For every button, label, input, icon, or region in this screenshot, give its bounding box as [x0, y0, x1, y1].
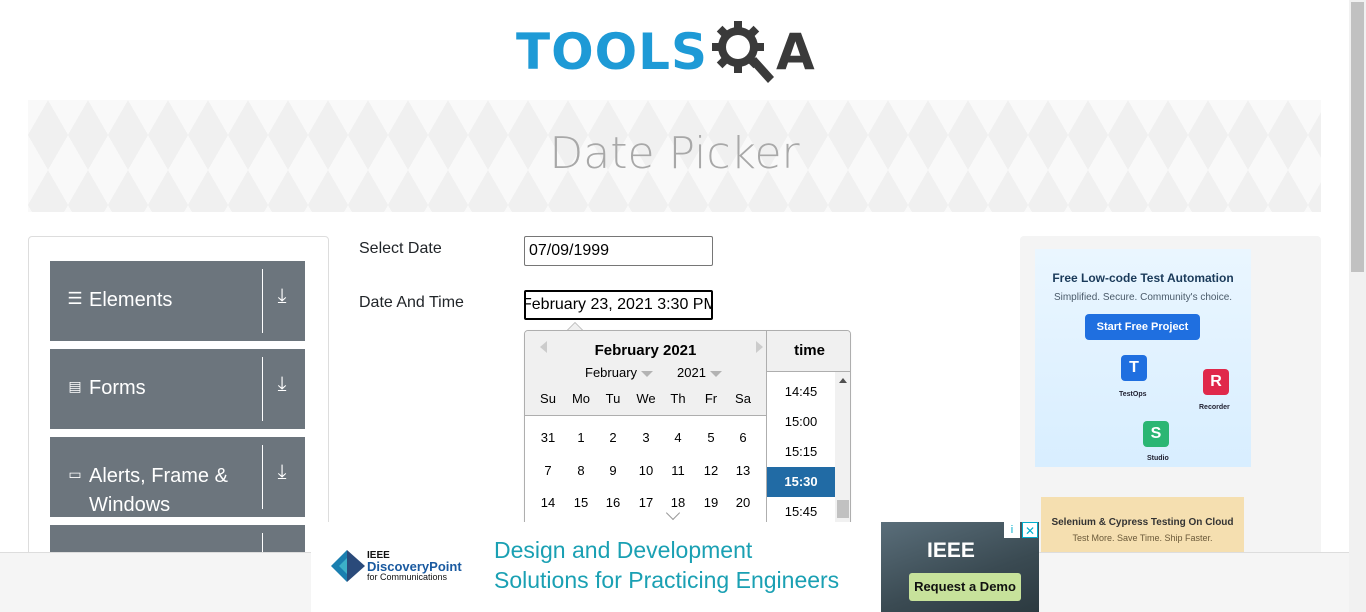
ad-title: Selenium & Cypress Testing On Cloud	[1051, 517, 1234, 528]
sidebar-group-alerts[interactable]: ▭ Alerts, Frame & Windows ⤓	[50, 437, 305, 517]
calendar-day[interactable]: 1	[565, 425, 597, 451]
date-and-time-value: February 23, 2021 3:30 PM	[524, 296, 713, 313]
download-arrow-icon[interactable]: ⤓	[265, 373, 299, 407]
ad-tag: Studio	[1147, 455, 1169, 462]
ad-subtitle: Simplified. Secure. Community's choice.	[1053, 292, 1233, 303]
calendar-day[interactable]: 17	[630, 490, 662, 516]
download-arrow-icon[interactable]: ⤓	[265, 461, 299, 495]
calendar-day[interactable]: 2	[597, 425, 629, 451]
scroll-up-arrow-icon[interactable]	[839, 378, 847, 383]
calendar-day[interactable]: 15	[565, 490, 597, 516]
date-and-time-input[interactable]: February 23, 2021 3:30 PM	[524, 290, 713, 320]
group-label: Elements	[89, 289, 173, 311]
time-option[interactable]: 15:15	[767, 437, 835, 467]
calendar-day[interactable]: 31	[532, 425, 564, 451]
page-scroll-thumb[interactable]	[1351, 2, 1364, 272]
page-banner: Date Picker	[28, 100, 1321, 212]
sidebar: ☰ Elements ⤓ ▤ Forms ⤓ ▭ Alerts, Frame &…	[28, 236, 329, 576]
weekday-label: Th	[670, 391, 686, 406]
calendar-day[interactable]: 7	[532, 458, 564, 484]
date-and-time-label: Date And Time	[359, 294, 464, 311]
calendar-header: February 2021 February 2021 Su Mo Tu We …	[525, 331, 766, 416]
ieee-ad[interactable]: IEEE DiscoveryPoint for Communications D…	[311, 522, 1039, 612]
ieee-discoverypoint-logo-icon	[331, 550, 365, 582]
weekday-label: Tu	[605, 391, 621, 406]
ad-brand-line3: for Communications	[367, 572, 448, 582]
request-demo-button[interactable]: Request a Demo	[909, 573, 1021, 601]
window-icon: ▭	[68, 466, 82, 482]
magnifier-gear-icon	[712, 21, 774, 83]
calendar-day[interactable]: 4	[662, 425, 694, 451]
recorder-icon: R	[1203, 369, 1229, 395]
calendar-day[interactable]: 8	[565, 458, 597, 484]
weekday-label: Mo	[571, 391, 591, 406]
document-icon: ▤	[68, 378, 82, 394]
calendar-day[interactable]: 12	[695, 458, 727, 484]
year-select[interactable]: 2021	[677, 365, 722, 380]
katalon-ad[interactable]: Free Low-code Test Automation Simplified…	[1035, 249, 1251, 467]
time-option-selected[interactable]: 15:30	[767, 467, 835, 497]
page-title: Date Picker	[549, 128, 800, 179]
select-date-input[interactable]: 07/09/1999	[524, 236, 713, 266]
group-divider	[262, 357, 263, 421]
caret-down-icon	[709, 370, 722, 377]
select-date-label: Select Date	[359, 240, 442, 257]
caret-down-icon	[641, 370, 654, 377]
toolsqa-logo[interactable]: TOOLS A	[516, 16, 815, 88]
calendar-day[interactable]: 3	[630, 425, 662, 451]
calendar-day[interactable]: 5	[695, 425, 727, 451]
month-select-value: February	[585, 365, 638, 380]
ad-title: Free Low-code Test Automation	[1052, 271, 1234, 285]
ad-tag: Recorder	[1199, 404, 1230, 411]
studio-icon: S	[1143, 421, 1169, 447]
calendar-day[interactable]: 9	[597, 458, 629, 484]
year-select-value: 2021	[677, 365, 706, 380]
ad-headline-1: Design and Development	[494, 537, 753, 563]
calendar-day[interactable]: 14	[532, 490, 564, 516]
testops-icon: T	[1121, 355, 1147, 381]
group-label: Forms	[89, 377, 146, 399]
group-header[interactable]: ▭ Alerts, Frame & Windows ⤓	[50, 437, 305, 517]
page-scrollbar[interactable]	[1349, 0, 1366, 612]
weekday-label: Sa	[735, 391, 751, 406]
calendar-day[interactable]: 6	[727, 425, 759, 451]
time-option[interactable]: 14:45	[767, 377, 835, 407]
group-divider	[262, 269, 263, 333]
calendar-day[interactable]: 20	[727, 490, 759, 516]
hamburger-icon: ☰	[67, 289, 83, 308]
ad-image-brand: IEEE	[927, 539, 975, 562]
page: TOOLS A Date Picker ☰ Elements ⤓ ▤ Forms…	[0, 0, 1366, 612]
logo-text-a: A	[776, 23, 815, 81]
ad-info-icon[interactable]: i	[1004, 522, 1020, 538]
ad-close-icon[interactable]: ✕	[1022, 522, 1038, 538]
sidebar-group-forms[interactable]: ▤ Forms ⤓	[50, 349, 305, 429]
group-header[interactable]: ☰ Elements ⤓	[50, 261, 305, 341]
download-arrow-icon[interactable]: ⤓	[265, 285, 299, 319]
start-free-project-button[interactable]: Start Free Project	[1085, 314, 1200, 340]
calendar-day[interactable]: 19	[695, 490, 727, 516]
calendar-day[interactable]: 10	[630, 458, 662, 484]
group-divider	[262, 445, 263, 509]
group-label: Alerts, Frame & Windows	[89, 465, 228, 516]
scroll-thumb[interactable]	[837, 500, 849, 518]
weekday-label: Su	[540, 391, 556, 406]
calendar-day[interactable]: 16	[597, 490, 629, 516]
ad-subtitle: Test More. Save Time. Ship Faster.	[1072, 533, 1213, 543]
time-header: time	[767, 331, 850, 372]
cloud-testing-ad[interactable]: Selenium & Cypress Testing On Cloud Test…	[1041, 497, 1244, 555]
calendar-day[interactable]: 11	[662, 458, 694, 484]
month-select[interactable]: February	[585, 365, 654, 380]
sidebar-group-elements[interactable]: ☰ Elements ⤓	[50, 261, 305, 341]
logo-text-tools: TOOLS	[516, 23, 708, 81]
weekday-label: Fr	[704, 391, 718, 406]
ad-headline-2: Solutions for Practicing Engineers	[494, 567, 840, 593]
current-month: February 2021	[594, 342, 697, 359]
group-header[interactable]: ▤ Forms ⤓	[50, 349, 305, 429]
ad-tag: TestOps	[1119, 391, 1147, 398]
time-option[interactable]: 15:00	[767, 407, 835, 437]
calendar-day[interactable]: 13	[727, 458, 759, 484]
weekday-label: We	[636, 391, 656, 406]
